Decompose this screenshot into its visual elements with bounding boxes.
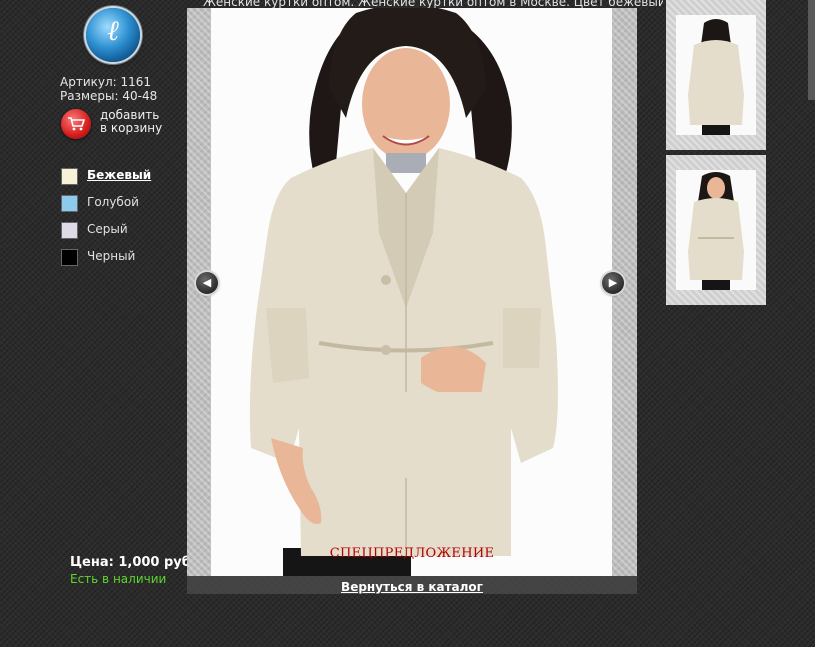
back-to-catalog-link[interactable]: Вернуться в каталог bbox=[341, 580, 483, 594]
color-label[interactable]: Голубой bbox=[87, 195, 139, 209]
thumbnail-image[interactable] bbox=[676, 170, 756, 290]
price: Цена: 1,000 руб. bbox=[70, 555, 196, 570]
color-swatch[interactable] bbox=[61, 195, 78, 212]
cart-icon[interactable] bbox=[61, 109, 91, 139]
product-info: Артикул: 1161 Размеры: 40-48 bbox=[60, 75, 157, 103]
thumbnail-image[interactable] bbox=[676, 15, 756, 135]
bottom-bar: Вернуться в каталог bbox=[187, 576, 637, 594]
arrow-right-icon[interactable]: ▶ bbox=[602, 272, 624, 294]
special-offer-label: СПЕЦПРЕДЛОЖЕНИЕ bbox=[329, 546, 495, 561]
thumbnail-back-view[interactable] bbox=[666, 0, 766, 150]
article-number: Артикул: 1161 bbox=[60, 75, 152, 89]
color-swatch[interactable] bbox=[61, 168, 78, 185]
add-to-cart-label-2[interactable]: в корзину bbox=[100, 122, 162, 135]
color-swatch[interactable] bbox=[61, 249, 78, 266]
product-gallery: ◀ ▶ СПЕЦПРЕДЛОЖЕНИЕ Вернуться в каталог bbox=[187, 8, 637, 594]
thumbnail-front-view[interactable] bbox=[666, 155, 766, 305]
sizes-range: Размеры: 40-48 bbox=[60, 89, 158, 103]
add-to-cart-button[interactable]: добавить в корзину bbox=[61, 109, 201, 139]
scrollbar[interactable] bbox=[808, 0, 815, 100]
product-photo bbox=[211, 8, 612, 576]
logo-icon[interactable]: ℓ bbox=[86, 8, 140, 62]
color-label[interactable]: Бежевый bbox=[87, 168, 151, 182]
arrow-left-icon[interactable]: ◀ bbox=[196, 272, 218, 294]
color-label[interactable]: Черный bbox=[87, 249, 135, 263]
color-label[interactable]: Серый bbox=[87, 222, 128, 236]
color-swatch[interactable] bbox=[61, 222, 78, 239]
availability-status: Есть в наличии bbox=[70, 572, 167, 586]
